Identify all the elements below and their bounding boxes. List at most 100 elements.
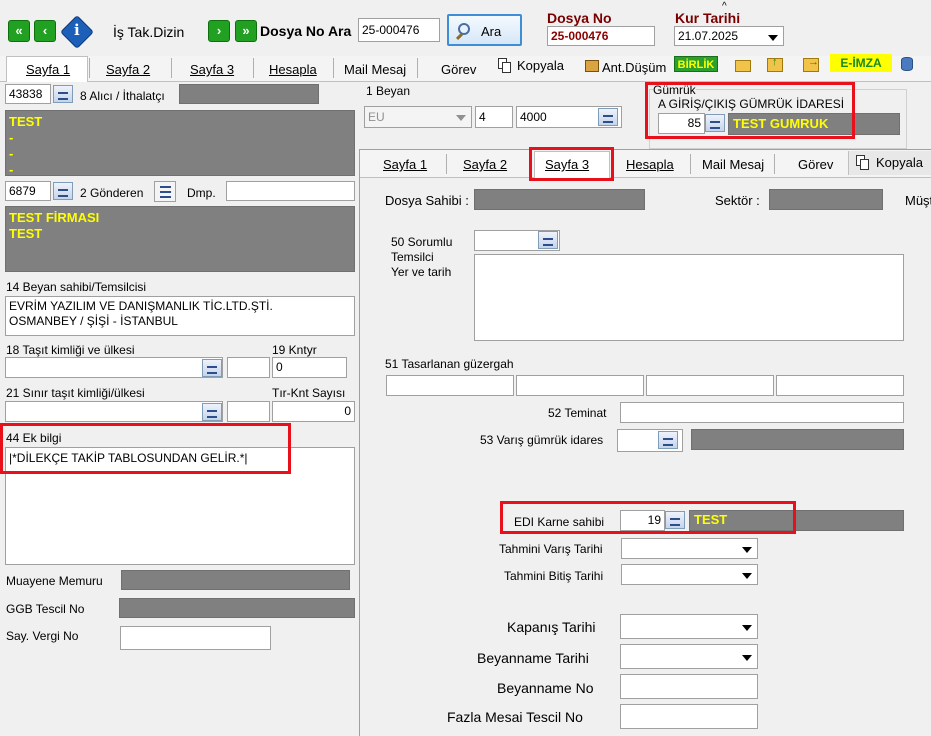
beyan-type-dropdown[interactable]: EU [364, 106, 472, 128]
teminat-input[interactable] [620, 402, 904, 423]
tab-sayfa-3[interactable]: Sayfa 3 [190, 62, 234, 77]
sektor-label: Sektör : [715, 193, 760, 208]
first-record-button[interactable]: « [8, 20, 30, 42]
list-icon[interactable] [154, 181, 176, 202]
guzergah-input-2[interactable] [516, 375, 644, 396]
highlight-gumruk [645, 82, 855, 139]
database-icon[interactable] [901, 57, 913, 71]
fazla-mesai-input[interactable] [620, 704, 758, 729]
tasit-input[interactable] [5, 357, 223, 378]
tahmini-varis-dropdown[interactable] [621, 538, 758, 559]
kntyr-label: 19 Kntyr [272, 343, 317, 357]
tab-sayfa-2[interactable]: Sayfa 2 [106, 62, 150, 77]
gonderen-label: 2 Gönderen [80, 186, 144, 200]
guzergah-input-3[interactable] [646, 375, 774, 396]
inner-tab-gorev[interactable]: Görev [798, 157, 833, 172]
sorumlu-lookup-icon[interactable] [538, 231, 558, 249]
chevron-down-icon [742, 547, 752, 553]
folder-icon[interactable] [735, 60, 751, 72]
dosya-sahibi-field [474, 189, 645, 210]
beyan-v2-input[interactable]: 4 [475, 106, 513, 128]
alici-lookup-icon[interactable] [53, 85, 73, 103]
highlight-ek-bilgi [0, 423, 291, 474]
chevron-down-icon [742, 573, 752, 579]
kur-tarihi-dropdown[interactable]: 21.07.2025 [674, 26, 784, 46]
beyan-sahibi-textarea[interactable]: EVRİM YAZILIM VE DANIŞMANLIK TİC.LTD.ŞTİ… [5, 296, 355, 336]
tasit-lookup-icon[interactable] [202, 359, 222, 377]
fazla-mesai-label: Fazla Mesai Tescil No [447, 709, 583, 725]
muayene-field [121, 570, 350, 590]
sinir-ulke-input[interactable] [227, 401, 270, 422]
chevron-down-icon [456, 115, 466, 121]
inner-tab-mail-mesaj[interactable]: Mail Mesaj [702, 157, 764, 172]
beyan-sahibi-label: 14 Beyan sahibi/Temsilcisi [6, 280, 147, 294]
alici-name-field [179, 84, 319, 104]
highlight-edi [500, 501, 796, 534]
varis-gumruk-lookup-icon[interactable] [658, 431, 678, 449]
gonderen-lookup-icon[interactable] [53, 182, 73, 200]
chevron-down-icon [768, 35, 778, 41]
alici-label: 8 Alıcı / İthalatçı [80, 89, 165, 103]
tir-label: Tır-Knt Sayısı [272, 386, 346, 400]
collapse-caret-icon[interactable]: ^ [722, 1, 727, 12]
birlik-button[interactable]: BİRLİK [674, 56, 718, 72]
kopyala-button[interactable]: Kopyala [517, 58, 564, 73]
alici-code-input[interactable]: 43838 [5, 84, 51, 104]
beyan-lookup-icon[interactable] [598, 108, 618, 126]
e-imza-button[interactable]: E-İMZA [830, 54, 892, 72]
dmp-label: Dmp. [187, 186, 216, 200]
previous-record-button[interactable]: ‹ [34, 20, 56, 42]
chevron-down-icon [742, 625, 752, 631]
kapanis-label: Kapanış Tarihi [507, 619, 596, 635]
varis-gumruk-label: 53 Varış gümrük idares [480, 433, 604, 447]
tahmini-varis-label: Tahmini Varış Tarihi [499, 542, 603, 556]
gonderen-code-input[interactable]: 6879 [5, 181, 51, 201]
dosya-no-title: Dosya No [547, 10, 612, 26]
beyanname-no-label: Beyanname No [497, 680, 594, 696]
sinir-label: 21 Sınır taşıt kimliği/ülkesi [6, 386, 145, 400]
beyanname-tarihi-label: Beyanname Tarihi [477, 650, 589, 666]
highlight-sayfa-3 [529, 147, 614, 181]
tasit-ulke-input[interactable] [227, 357, 270, 378]
ant-dusum-button[interactable]: Ant.Düşüm [602, 60, 666, 75]
ggb-label: GGB Tescil No [6, 602, 85, 616]
inner-tab-sayfa-1[interactable]: Sayfa 1 [383, 157, 427, 172]
temsilci-label: Temsilci [391, 250, 434, 264]
teminat-label: 52 Teminat [548, 406, 607, 420]
inner-tab-hesapla[interactable]: Hesapla [626, 157, 674, 172]
last-record-button[interactable]: » [235, 20, 257, 42]
varis-gumruk-name-field [691, 429, 904, 450]
ara-button[interactable]: Ara [447, 14, 522, 46]
sinir-lookup-icon[interactable] [202, 403, 222, 421]
dosya-search-input[interactable]: 25-000476 [358, 18, 440, 42]
tab-sayfa-1[interactable]: Sayfa 1 [26, 62, 70, 77]
alici-address: TEST - - - [5, 110, 355, 177]
sinir-input[interactable] [5, 401, 223, 422]
tab-gorev[interactable]: Görev [441, 62, 476, 77]
gonderen-address: TEST FİRMASI TEST [5, 206, 355, 272]
beyanname-tarihi-dropdown[interactable] [620, 644, 758, 669]
is-tak-dizin-label[interactable]: İş Tak.Dizin [113, 24, 184, 40]
ara-button-label: Ara [481, 24, 502, 39]
inner-kopyala-button[interactable]: Kopyala [876, 155, 923, 170]
ggb-field [119, 598, 355, 618]
tahmini-bitis-dropdown[interactable] [621, 564, 758, 585]
tab-hesapla[interactable]: Hesapla [269, 62, 317, 77]
kur-tarihi-title: Kur Tarihi [675, 10, 741, 26]
sektor-field [769, 189, 883, 210]
tir-input[interactable]: 0 [272, 401, 355, 422]
beyanname-no-input[interactable] [620, 674, 758, 699]
yer-tarih-textarea[interactable] [474, 254, 904, 341]
dosya-sahibi-label: Dosya Sahibi : [385, 193, 469, 208]
kapanis-dropdown[interactable] [620, 614, 758, 639]
guzergah-input-4[interactable] [776, 375, 904, 396]
dmp-input[interactable] [226, 181, 355, 201]
inner-tab-sayfa-2[interactable]: Sayfa 2 [463, 157, 507, 172]
yer-tarih-label: Yer ve tarih [391, 265, 452, 279]
next-record-button[interactable]: › [208, 20, 230, 42]
kntyr-input[interactable]: 0 [272, 357, 347, 378]
tab-mail-mesaj[interactable]: Mail Mesaj [344, 62, 406, 77]
vergi-label: Say. Vergi No [6, 629, 79, 643]
guzergah-input-1[interactable] [386, 375, 514, 396]
vergi-input[interactable] [120, 626, 271, 650]
